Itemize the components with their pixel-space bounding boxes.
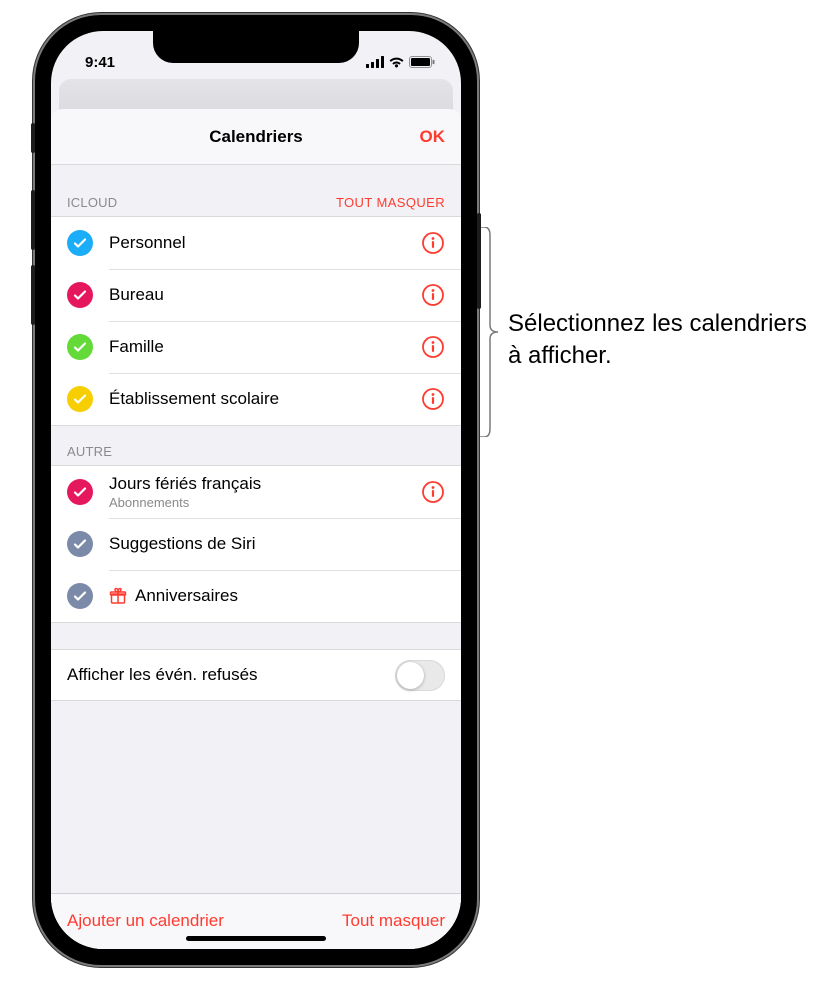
calendars-sheet: Calendriers OK ICLOUD TOUT MASQUER Perso… [51, 109, 461, 949]
done-button[interactable]: OK [420, 127, 446, 147]
status-time: 9:41 [85, 54, 115, 71]
section-label-other: AUTRE [67, 444, 112, 459]
calendar-row-famille[interactable]: Famille [51, 321, 461, 373]
show-declined-label: Afficher les évén. refusés [67, 665, 395, 685]
calendar-sublabel: Abonnements [109, 495, 421, 510]
volume-down [31, 265, 35, 325]
show-declined-row[interactable]: Afficher les évén. refusés [51, 649, 461, 701]
info-icon[interactable] [421, 335, 445, 359]
checkmark-icon[interactable] [67, 386, 93, 412]
add-calendar-button[interactable]: Ajouter un calendrier [67, 911, 224, 931]
battery-icon [409, 56, 435, 68]
calendar-label: Bureau [109, 285, 421, 305]
checkmark-icon[interactable] [67, 282, 93, 308]
sheet-title: Calendriers [209, 127, 303, 147]
calendar-label: Suggestions de Siri [109, 534, 445, 554]
home-indicator[interactable] [186, 936, 326, 941]
checkmark-icon[interactable] [67, 479, 93, 505]
calendar-row-personnel[interactable]: Personnel [51, 217, 461, 269]
icloud-list: Personnel Bureau Famille [51, 216, 461, 426]
gift-icon [109, 587, 127, 605]
hide-all-icloud-button[interactable]: TOUT MASQUER [336, 195, 445, 210]
cellular-icon [366, 56, 384, 68]
info-icon[interactable] [421, 387, 445, 411]
phone-body: 9:41 Calendriers OK ICLOUD TOUT MASQUER [35, 15, 477, 965]
calendar-row-birthdays[interactable]: Anniversaires [51, 570, 461, 622]
checkmark-icon[interactable] [67, 583, 93, 609]
notch [153, 31, 359, 63]
calendar-row-bureau[interactable]: Bureau [51, 269, 461, 321]
calendar-label: Jours fériés français [109, 474, 421, 494]
calendar-label: Anniversaires [135, 586, 238, 606]
info-icon[interactable] [421, 231, 445, 255]
side-button [477, 213, 481, 309]
sheet-header: Calendriers OK [51, 109, 461, 165]
section-header-other: AUTRE [51, 426, 461, 465]
calendar-row-siri[interactable]: Suggestions de Siri [51, 518, 461, 570]
calendar-row-etablissement[interactable]: Établissement scolaire [51, 373, 461, 425]
volume-up [31, 190, 35, 250]
info-icon[interactable] [421, 283, 445, 307]
wifi-icon [388, 56, 405, 68]
checkmark-icon[interactable] [67, 230, 93, 256]
checkmark-icon[interactable] [67, 531, 93, 557]
section-label-icloud: ICLOUD [67, 195, 117, 210]
info-icon[interactable] [421, 480, 445, 504]
callout-text: Sélectionnez les calendriers à afficher. [508, 308, 808, 373]
calendar-label: Établissement scolaire [109, 389, 421, 409]
other-list: Jours fériés français Abonnements Sugges… [51, 465, 461, 623]
hide-all-button[interactable]: Tout masquer [342, 911, 445, 931]
calendar-label: Famille [109, 337, 421, 357]
section-header-icloud: ICLOUD TOUT MASQUER [51, 165, 461, 216]
checkmark-icon[interactable] [67, 334, 93, 360]
show-declined-toggle[interactable] [395, 660, 445, 691]
mute-switch [31, 123, 35, 153]
calendar-row-holidays[interactable]: Jours fériés français Abonnements [51, 466, 461, 518]
calendar-label: Personnel [109, 233, 421, 253]
